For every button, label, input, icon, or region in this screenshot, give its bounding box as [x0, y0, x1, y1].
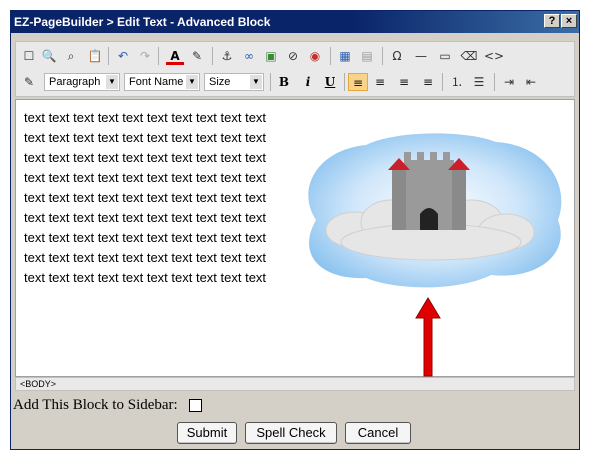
red-arrow-icon — [415, 297, 441, 377]
font-size-value: Size — [209, 76, 231, 88]
editor-toolbar: ☐ 🔍 ⌕ 📋 ↶ ↷ A ✎ ⚓ ∞ ▣ ⊘ ◉ ▦ ▤ Ω — ▭ ⌫ <> — [15, 41, 575, 97]
flash-icon[interactable]: ⊘ — [284, 47, 302, 65]
toolbar-separator — [494, 73, 495, 91]
paragraph-format-select[interactable]: Paragraph ▼ — [44, 73, 120, 91]
chevron-down-icon: ▼ — [186, 75, 198, 89]
indent-icon[interactable]: ⇥ — [500, 73, 518, 91]
edit-style-icon[interactable]: ✎ — [20, 73, 38, 91]
text-line: text text text text text text text text … — [24, 110, 267, 125]
image-icon[interactable]: ▣ — [262, 47, 280, 65]
special-char-icon[interactable]: Ω — [388, 47, 406, 65]
text-line: text text text text text text text text … — [24, 130, 267, 145]
anchor-icon[interactable]: ⚓ — [218, 47, 236, 65]
align-left-button[interactable]: ≡ — [348, 73, 368, 91]
window-title: EZ-PageBuilder > Edit Text - Advanced Bl… — [14, 15, 271, 29]
cell-properties-icon[interactable]: ▤ — [358, 47, 376, 65]
toolbar-separator — [270, 73, 271, 91]
background-color-icon[interactable]: ✎ — [188, 47, 206, 65]
toolbar-separator — [108, 47, 109, 65]
title-bar: EZ-PageBuilder > Edit Text - Advanced Bl… — [11, 11, 579, 33]
text-line: text text text text text text text text … — [24, 250, 267, 265]
align-center-button[interactable]: ≡ — [370, 73, 390, 91]
text-line: text text text text text text text text … — [24, 170, 267, 185]
preview-icon[interactable]: 🔍 — [40, 47, 58, 65]
media-icon[interactable]: ◉ — [306, 47, 324, 65]
text-line: text text text text text text text text … — [24, 190, 267, 205]
editor-text: text text text text text text text text … — [24, 108, 294, 288]
font-name-select[interactable]: Font Name ▼ — [124, 73, 200, 91]
bullet-list-icon[interactable]: ☰ — [470, 73, 488, 91]
paste-icon[interactable]: 📋 — [86, 47, 104, 65]
paragraph-format-value: Paragraph — [49, 76, 101, 88]
new-page-icon[interactable]: ☐ — [20, 47, 38, 65]
text-line: text text text text text text text text … — [24, 270, 267, 285]
chevron-down-icon: ▼ — [250, 75, 262, 89]
table-icon[interactable]: ▦ — [336, 47, 354, 65]
numbered-list-icon[interactable]: ⒈ — [448, 73, 466, 91]
toolbar-separator — [382, 47, 383, 65]
submit-button[interactable]: Submit — [177, 422, 237, 444]
eraser-icon[interactable]: ⌫ — [460, 47, 478, 65]
redo-icon[interactable]: ↷ — [136, 47, 154, 65]
editor-dialog: EZ-PageBuilder > Edit Text - Advanced Bl… — [10, 10, 580, 450]
text-line: text text text text text text text text … — [24, 150, 267, 165]
underline-button[interactable]: U — [320, 73, 340, 91]
text-line: text text text text text text text text … — [24, 210, 267, 225]
spell-check-button[interactable]: Spell Check — [245, 422, 337, 444]
toolbar-separator — [330, 47, 331, 65]
text-line: text text text text text text text text … — [24, 230, 267, 245]
toolbar-separator — [442, 73, 443, 91]
text-color-icon[interactable]: A — [166, 47, 184, 65]
castle-in-clouds-image[interactable] — [296, 130, 566, 290]
font-name-value: Font Name — [129, 76, 184, 88]
find-icon[interactable]: ⌕ — [62, 47, 80, 65]
undo-icon[interactable]: ↶ — [114, 47, 132, 65]
toolbar-separator — [212, 47, 213, 65]
form-icon[interactable]: ▭ — [436, 47, 454, 65]
toolbar-row-1: ☐ 🔍 ⌕ 📋 ↶ ↷ A ✎ ⚓ ∞ ▣ ⊘ ◉ ▦ ▤ Ω — ▭ ⌫ <> — [16, 43, 574, 69]
align-justify-button[interactable]: ≡ — [418, 73, 438, 91]
bold-button[interactable]: B — [274, 73, 294, 91]
help-button[interactable]: ? — [544, 14, 560, 28]
element-path-bar: <BODY> — [15, 377, 575, 391]
italic-button[interactable]: i — [298, 73, 318, 91]
add-to-sidebar-checkbox[interactable] — [189, 399, 202, 412]
horizontal-rule-icon[interactable]: — — [412, 47, 430, 65]
close-button[interactable]: × — [561, 14, 577, 28]
toolbar-row-2: ✎ Paragraph ▼ Font Name ▼ Size ▼ B i U ≡… — [16, 69, 574, 95]
source-icon[interactable]: <> — [484, 47, 504, 65]
toolbar-separator — [344, 73, 345, 91]
cancel-button[interactable]: Cancel — [345, 422, 411, 444]
chevron-down-icon: ▼ — [106, 75, 118, 89]
link-icon[interactable]: ∞ — [240, 47, 258, 65]
outdent-icon[interactable]: ⇤ — [522, 73, 540, 91]
editor-content-area[interactable]: text text text text text text text text … — [15, 99, 575, 377]
align-right-button[interactable]: ≡ — [394, 73, 414, 91]
toolbar-separator — [158, 47, 159, 65]
sidebar-option-label: Add This Block to Sidebar: — [13, 397, 178, 413]
element-path: <BODY> — [20, 379, 57, 389]
castle-icon — [388, 152, 470, 230]
font-size-select[interactable]: Size ▼ — [204, 73, 264, 91]
